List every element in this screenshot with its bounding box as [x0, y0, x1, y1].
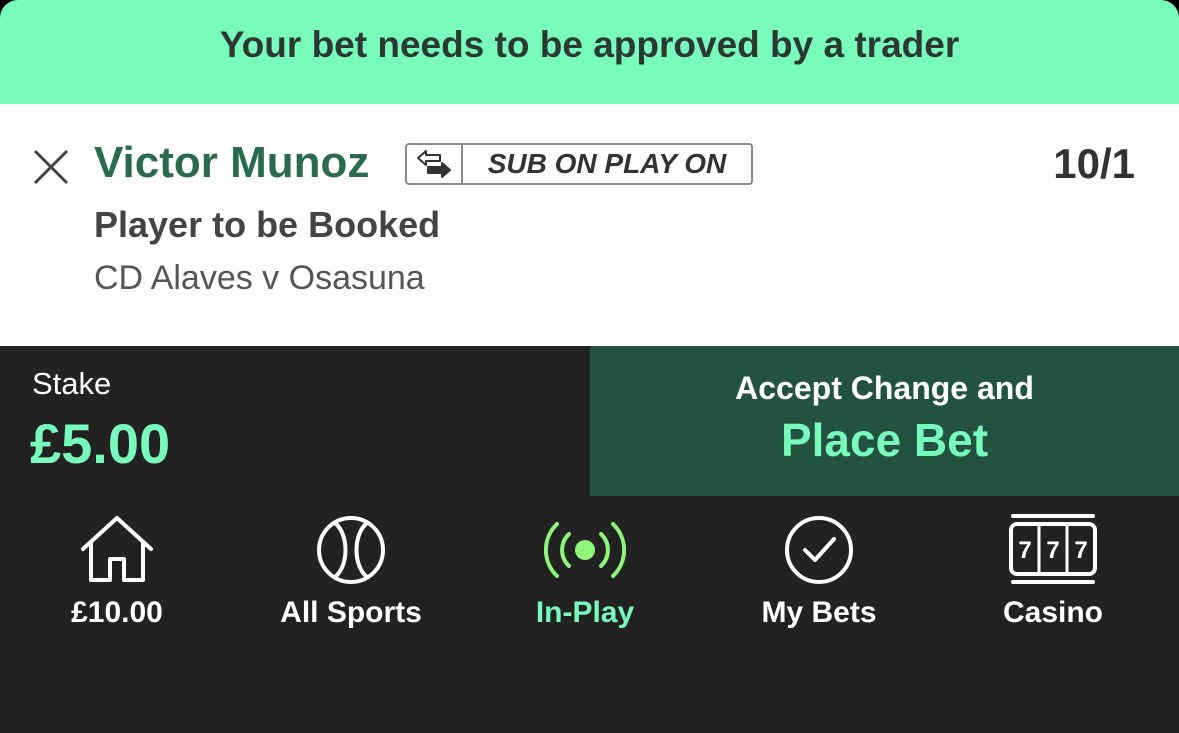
nav-item-all-sports[interactable]: All Sports [234, 512, 468, 642]
player-name: Victor Munoz [94, 138, 370, 187]
ball-icon [317, 516, 385, 584]
svg-text:7: 7 [1018, 537, 1031, 564]
badge-label: SUB ON PLAY ON [487, 148, 727, 179]
approval-banner: Your bet needs to be approved by a trade… [0, 0, 1179, 104]
nav-label-all-sports: All Sports [280, 596, 422, 629]
nav-label-balance: £10.00 [71, 596, 163, 629]
approval-message: Your bet needs to be approved by a trade… [219, 24, 960, 65]
live-icon [543, 522, 627, 578]
bottom-navigation: £10.00 All Sports In-Play My Bets 7 7 7 … [0, 496, 1179, 733]
stake-value: £5.00 [30, 412, 171, 475]
nav-label-in-play: In-Play [535, 596, 635, 629]
bet-selection-card: Victor Munoz SUB ON PLAY ON 10/1 Player … [0, 104, 1179, 346]
nav-item-balance[interactable]: £10.00 [0, 512, 234, 642]
svg-text:7: 7 [1074, 537, 1087, 564]
slot-machine-icon: 7 7 7 [1009, 514, 1097, 584]
stake-panel[interactable]: Stake £5.00 [0, 346, 590, 496]
close-icon [33, 149, 69, 185]
check-circle-icon [785, 516, 853, 584]
nav-item-my-bets[interactable]: My Bets [702, 512, 936, 642]
nav-label-my-bets: My Bets [761, 596, 877, 629]
svg-text:7: 7 [1046, 537, 1059, 564]
event-name: CD Alaves v Osasuna [94, 259, 425, 297]
substitution-icon [407, 145, 463, 183]
accept-change-label: Accept Change and [735, 369, 1034, 406]
odds: 10/1 [1053, 140, 1135, 187]
remove-selection-button[interactable] [30, 146, 72, 188]
nav-label-casino: Casino [1002, 596, 1104, 629]
place-bet-label: Place Bet [780, 413, 989, 466]
home-icon [81, 516, 153, 582]
bet-slip-screen: Your bet needs to be approved by a trade… [0, 0, 1179, 733]
accept-and-place-bet-button[interactable]: Accept Change and Place Bet [590, 346, 1179, 496]
stake-label: Stake [32, 366, 112, 401]
sub-on-play-on-badge: SUB ON PLAY ON [405, 143, 753, 185]
nav-item-in-play[interactable]: In-Play [468, 512, 702, 642]
market-name: Player to be Booked [94, 204, 441, 245]
nav-item-casino[interactable]: 7 7 7 Casino [936, 512, 1170, 642]
